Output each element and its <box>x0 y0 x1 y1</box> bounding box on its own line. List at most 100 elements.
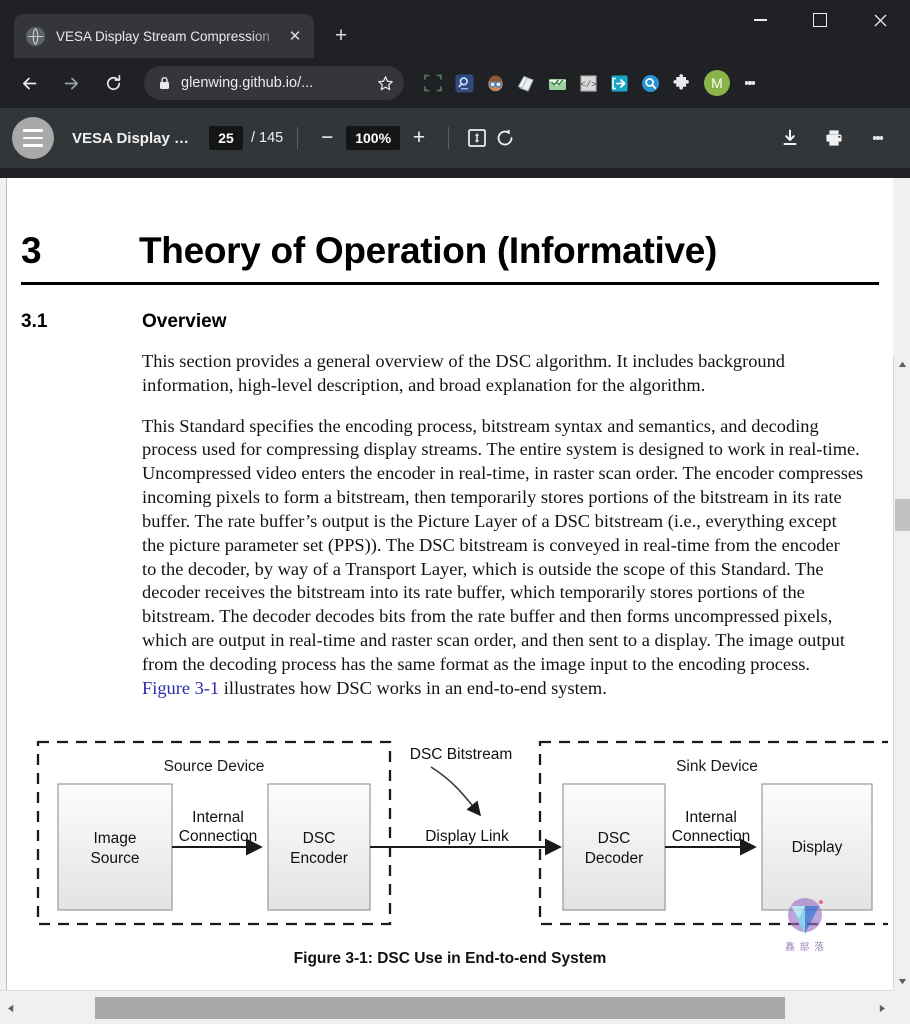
pdf-more-actions-icon[interactable] <box>864 123 892 153</box>
paragraph-line: buffer. The rate buffer’s output is the … <box>142 510 837 531</box>
figure-link[interactable]: Figure 3-1 <box>142 678 219 698</box>
zoom-search-extension-icon[interactable] <box>635 68 665 98</box>
svg-text:DSC: DSC <box>598 830 631 847</box>
svg-text:Image: Image <box>93 830 136 847</box>
pdf-page-content: 3 Theory of Operation (Informative) 3.1 … <box>7 178 893 990</box>
browser-navbar: glenwing.github.io/... </> M <box>0 58 910 108</box>
svg-text:Internal: Internal <box>192 809 244 826</box>
source-device-label: Source Device <box>164 758 265 775</box>
svg-text:DSC: DSC <box>303 830 336 847</box>
sink-device-label: Sink Device <box>676 758 758 775</box>
globe-icon <box>26 26 45 46</box>
rotate-icon[interactable] <box>491 124 519 152</box>
dsc-encoder-block <box>267 782 371 911</box>
window-close-button[interactable] <box>850 0 910 40</box>
scroll-left-icon[interactable] <box>2 997 19 1019</box>
pdf-toolbar-right <box>776 123 898 153</box>
pdf-page-canvas: 3 Theory of Operation (Informative) 3.1 … <box>6 178 893 990</box>
scrollbar-corner <box>893 990 910 1024</box>
section-number: 3 <box>21 230 42 271</box>
new-tab-button[interactable]: + <box>324 19 358 53</box>
paragraph: This section provides a general overview… <box>142 350 885 398</box>
window-maximize-button[interactable] <box>790 0 850 40</box>
avatar-extension-icon[interactable] <box>480 68 510 98</box>
toolbar-divider-2 <box>448 127 450 149</box>
browser-tab[interactable]: VESA Display Stream Compression ✕ <box>14 14 314 58</box>
toolbar-divider-1 <box>297 127 299 149</box>
paragraph-line: from the decoding process has the same f… <box>142 653 810 674</box>
lock-icon <box>158 76 171 90</box>
search-extension-icon[interactable] <box>449 68 479 98</box>
paragraph-line: This Standard specifies the encoding pro… <box>142 415 819 436</box>
dsc-bitstream-label: DSC Bitstream <box>410 746 513 763</box>
pdf-zoom-in-button[interactable]: + <box>404 123 434 153</box>
figure-caption: Figure 3-1: DSC Use in End-to-end System <box>293 949 607 967</box>
export-extension-icon[interactable] <box>604 68 634 98</box>
pdf-sidebar-toggle-icon[interactable] <box>12 117 54 159</box>
window-controls <box>730 0 910 40</box>
vertical-scrollbar[interactable] <box>893 356 910 1024</box>
section-heading-2: 3.1 Overview <box>7 285 893 333</box>
url-text: glenwing.github.io/... <box>181 75 314 91</box>
pdf-page-controls: 25 / 145 − 100% + <box>208 123 519 153</box>
vertical-scroll-thumb[interactable] <box>895 499 910 531</box>
window-minimize-button[interactable] <box>730 0 790 40</box>
code-extension-icon[interactable]: </> <box>573 68 603 98</box>
paragraph-line: bitstream. The decoder decodes bits from… <box>142 606 833 627</box>
pdf-page-total: / 145 <box>250 130 284 146</box>
body-column: This section provides a general overview… <box>7 350 893 701</box>
screenshot-capture-extension-icon[interactable] <box>418 68 448 98</box>
mail-extension-icon[interactable] <box>542 68 572 98</box>
svg-text:Display: Display <box>792 839 843 856</box>
paragraph-line: decoder receives the bitstream into its … <box>142 582 805 603</box>
puzzle-extensions-menu-icon[interactable] <box>666 68 696 98</box>
svg-text:Source: Source <box>90 850 139 867</box>
paragraph-line: Uncompressed video enters the encoder in… <box>142 463 864 484</box>
scroll-down-icon[interactable] <box>894 973 910 990</box>
paragraph-line: which are output in real-time and raster… <box>142 630 845 651</box>
scroll-up-icon[interactable] <box>894 356 910 373</box>
svg-text:Internal: Internal <box>685 809 737 826</box>
paragraph-line: information, high-level description, and… <box>142 374 706 395</box>
browser-titlebar: VESA Display Stream Compression ✕ + <box>0 0 910 58</box>
subsection-number: 3.1 <box>21 311 48 332</box>
subsection-title: Overview <box>142 311 227 332</box>
svg-text:Connection: Connection <box>672 828 750 845</box>
svg-text:Decoder: Decoder <box>585 850 644 867</box>
display-link-label: Display Link <box>425 828 509 845</box>
svg-text:Connection: Connection <box>179 828 257 845</box>
paragraph-line: the picture parameter set (PPS)). The DS… <box>142 534 840 555</box>
horizontal-scrollbar[interactable] <box>0 990 893 1024</box>
browser-menu-icon[interactable] <box>736 68 764 98</box>
print-icon[interactable] <box>820 124 848 152</box>
profile-avatar[interactable]: M <box>704 70 730 96</box>
paragraph-line: to the decoder, by way of a Transport La… <box>142 558 824 579</box>
download-icon[interactable] <box>776 124 804 152</box>
figure-reference-text: illustrates how DSC works in an end-to-e… <box>219 677 607 698</box>
fit-to-page-icon[interactable] <box>463 124 491 152</box>
pdf-page-input[interactable]: 25 <box>208 126 243 150</box>
forward-icon[interactable] <box>54 66 88 100</box>
section-heading-1: 3 Theory of Operation (Informative) <box>7 178 893 272</box>
horizontal-scroll-thumb[interactable] <box>95 997 785 1019</box>
figure-reference-line: Figure 3-1 illustrates how DSC works in … <box>142 677 885 701</box>
reload-icon[interactable] <box>96 66 130 100</box>
pdf-document-title: VESA Display … <box>72 129 189 147</box>
star-icon[interactable] <box>377 75 394 92</box>
image-source-block <box>57 782 173 911</box>
pdf-zoom-out-button[interactable]: − <box>312 123 342 153</box>
browser-window: VESA Display Stream Compression ✕ + glen… <box>0 0 910 1024</box>
pdf-zoom-level[interactable]: 100% <box>346 126 401 150</box>
documents-extension-icon[interactable] <box>511 68 541 98</box>
dsc-decoder-block <box>562 782 666 911</box>
extension-icons: </> <box>418 68 696 98</box>
scroll-right-icon[interactable] <box>874 997 891 1019</box>
paragraph: This Standard specifies the encoding pro… <box>142 415 885 701</box>
svg-text:Encoder: Encoder <box>290 850 348 867</box>
back-icon[interactable] <box>12 66 46 100</box>
tab-close-icon[interactable]: ✕ <box>284 25 306 47</box>
paragraph-line: process used for compressing display str… <box>142 439 860 460</box>
address-bar[interactable]: glenwing.github.io/... <box>144 66 404 100</box>
tab-title: VESA Display Stream Compression <box>56 28 270 44</box>
pdf-toolbar: VESA Display … 25 / 145 − 100% + <box>0 108 910 168</box>
